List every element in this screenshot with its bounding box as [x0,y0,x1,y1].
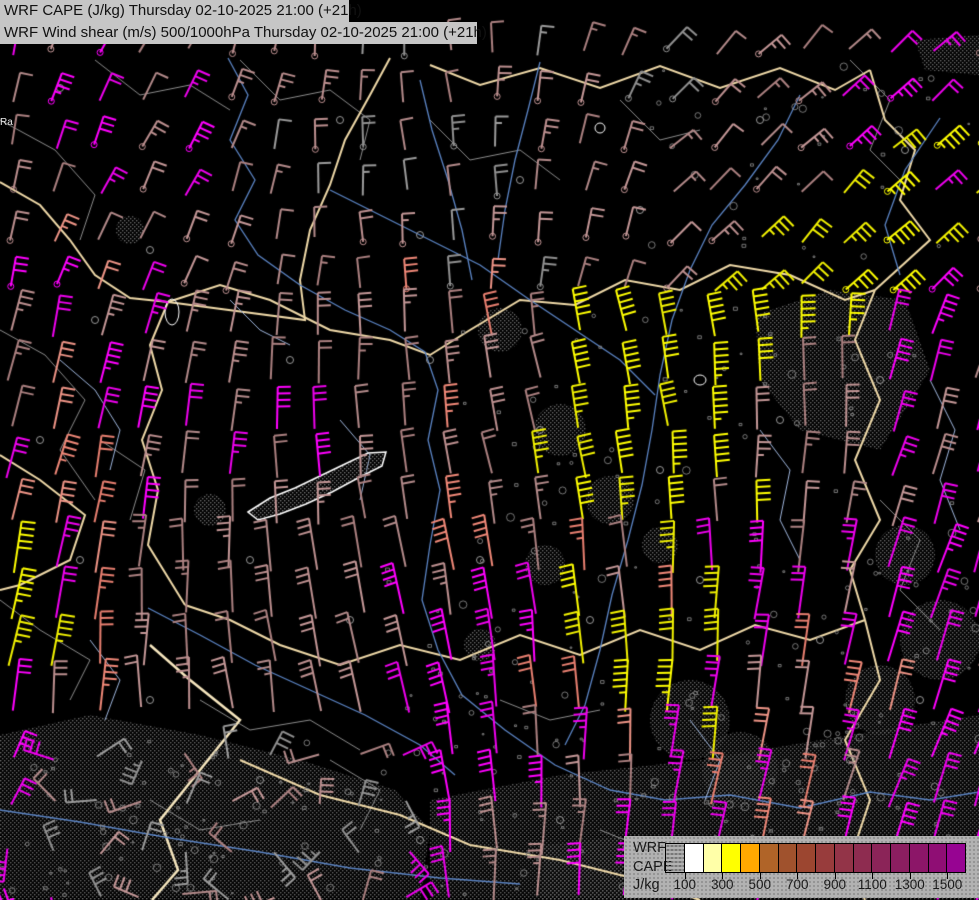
legend-cell [721,843,741,873]
legend-cell [684,843,704,873]
weather-map-canvas [0,0,979,900]
legend-cell [890,843,910,873]
legend-cell [815,843,835,873]
title-wind-shear: WRF Wind shear (m/s) 500/1000hPa Thursda… [0,22,477,44]
legend-cell [665,843,685,873]
legend-tick-label: 900 [823,877,846,892]
legend-cell [853,843,873,873]
legend-tick-label: 700 [786,877,809,892]
legend-cell [928,843,948,873]
legend-tick-label: 1100 [858,877,887,892]
legend-tick-label: 1300 [895,877,925,892]
title-cape: WRF CAPE (J/kg) Thursday 02-10-2025 21:0… [0,0,349,22]
legend-label-line: J/kg [633,876,673,895]
legend-cell [759,843,779,873]
legend-cell [909,843,929,873]
legend-cell [871,843,891,873]
legend-tick-label: 100 [673,877,696,892]
legend-colorbar [666,843,966,873]
legend-tick-label: 500 [748,877,771,892]
legend-tick-label: 300 [711,877,734,892]
legend-cell [834,843,854,873]
legend-tick-label: 1500 [932,877,962,892]
legend-cell [796,843,816,873]
legend-cell [946,843,966,873]
cape-legend: WRFCAPEJ/kg 100300500700900110013001500 [624,836,979,898]
legend-cell [778,843,798,873]
weather-map-app: Ra WRF CAPE (J/kg) Thursday 02-10-2025 2… [0,0,979,900]
map-town-label: Ra [0,117,13,128]
legend-cell [740,843,760,873]
legend-cell [703,843,723,873]
